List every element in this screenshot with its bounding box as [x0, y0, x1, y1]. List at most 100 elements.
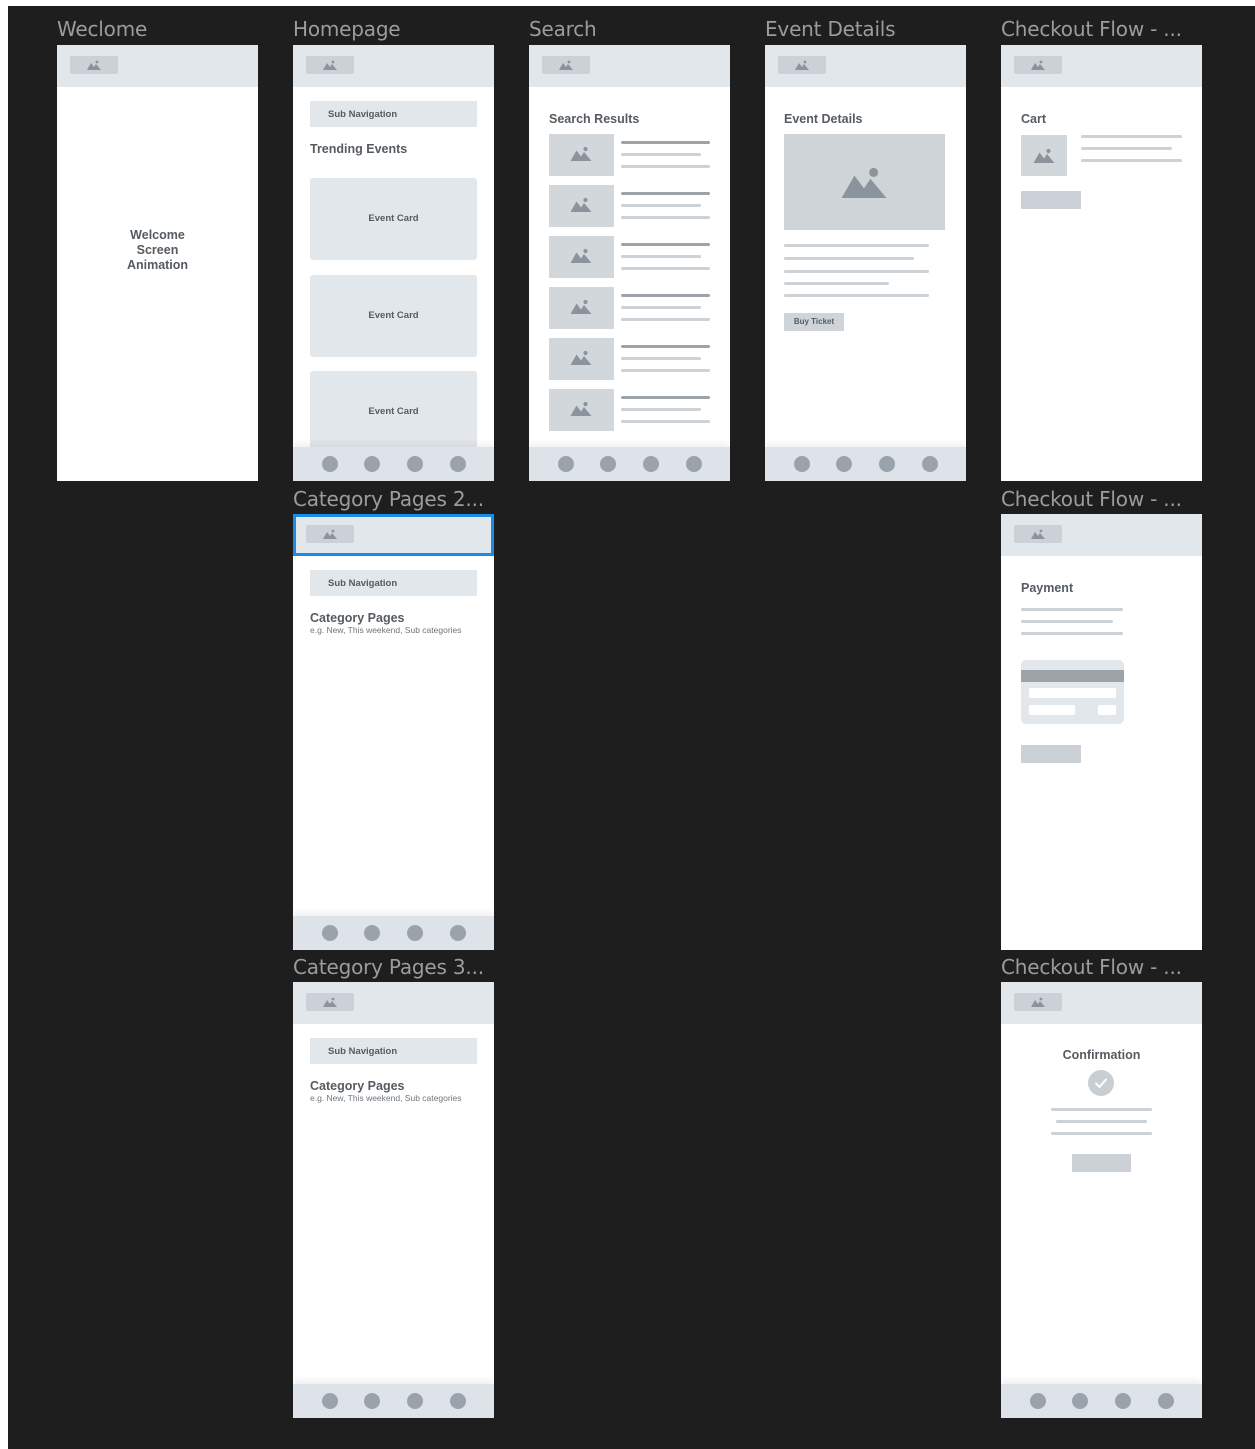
tab-4-icon[interactable] [450, 925, 466, 941]
text-line-placeholder [784, 244, 929, 247]
tab-1-icon[interactable] [322, 456, 338, 472]
bottom-tab-bar [765, 447, 966, 481]
tab-4-icon[interactable] [1158, 1393, 1174, 1409]
tab-4-icon[interactable] [450, 1393, 466, 1409]
tab-4-icon[interactable] [450, 456, 466, 472]
logo-placeholder [306, 56, 354, 74]
cart-action-button[interactable] [1021, 191, 1081, 209]
logo-placeholder [306, 525, 354, 543]
credit-card-form[interactable] [1021, 660, 1124, 724]
result-thumbnail [549, 185, 614, 227]
text-line-placeholder [1056, 1120, 1147, 1123]
trending-events-heading: Trending Events [310, 142, 408, 156]
logo-placeholder [1014, 525, 1062, 543]
sub-navigation[interactable]: Sub Navigation [310, 570, 477, 596]
frame-title-search[interactable]: Search [529, 17, 597, 41]
frame-category-2[interactable]: Sub Navigation Category Pages e.g. New, … [293, 514, 494, 950]
design-canvas[interactable]: Weclome Homepage Search Event Details Ch… [8, 6, 1255, 1449]
result-text-line [621, 357, 701, 360]
result-text-line [621, 204, 701, 207]
result-text-line [621, 153, 701, 156]
tab-3-icon[interactable] [407, 925, 423, 941]
pay-button[interactable] [1021, 745, 1081, 763]
result-thumbnail [549, 389, 614, 431]
frame-title-homepage[interactable]: Homepage [293, 17, 401, 41]
frame-checkout-confirmation[interactable]: Confirmation [1001, 982, 1202, 1418]
sub-navigation[interactable]: Sub Navigation [310, 1038, 477, 1064]
tab-2-icon[interactable] [364, 456, 380, 472]
tab-3-icon[interactable] [879, 456, 895, 472]
card-expiry-field[interactable] [1029, 705, 1075, 715]
header-bar [529, 45, 730, 87]
bottom-tab-bar [293, 916, 494, 950]
result-title-line [621, 243, 710, 246]
frame-welcome[interactable]: Welcome Screen Animation [57, 45, 258, 481]
event-details-heading: Event Details [784, 112, 863, 126]
text-line-placeholder [784, 282, 889, 285]
tab-3-icon[interactable] [643, 456, 659, 472]
tab-1-icon[interactable] [794, 456, 810, 472]
sub-navigation[interactable]: Sub Navigation [310, 101, 477, 127]
result-title-line [621, 141, 710, 144]
frame-event-details[interactable]: Event Details Buy Ticket [765, 45, 966, 481]
category-pages-subheading: e.g. New, This weekend, Sub categories [310, 625, 462, 635]
header-bar[interactable] [293, 514, 494, 556]
tab-2-icon[interactable] [364, 925, 380, 941]
tab-2-icon[interactable] [836, 456, 852, 472]
frame-checkout-cart[interactable]: Cart [1001, 45, 1202, 481]
frame-search[interactable]: Search Results [529, 45, 730, 481]
tab-2-icon[interactable] [600, 456, 616, 472]
card-cvc-field[interactable] [1098, 705, 1116, 715]
event-card[interactable]: Event Card [310, 178, 477, 260]
frame-title-category-3[interactable]: Category Pages 3... [293, 955, 484, 979]
result-thumbnail [549, 134, 614, 176]
tab-3-icon[interactable] [407, 1393, 423, 1409]
frame-title-event-details[interactable]: Event Details [765, 17, 896, 41]
tab-4-icon[interactable] [686, 456, 702, 472]
tab-1-icon[interactable] [1030, 1393, 1046, 1409]
frame-title-category-2[interactable]: Category Pages 2... [293, 487, 484, 511]
image-placeholder-icon [570, 197, 592, 212]
tab-1-icon[interactable] [322, 1393, 338, 1409]
text-line-placeholder [1081, 135, 1182, 138]
frame-title-checkout-payment[interactable]: Checkout Flow - ... [1001, 487, 1182, 511]
header-bar [57, 45, 258, 87]
tab-3-icon[interactable] [407, 456, 423, 472]
cart-item-thumbnail [1021, 135, 1067, 176]
tab-3-icon[interactable] [1115, 1393, 1131, 1409]
image-placeholder-icon [570, 299, 592, 314]
image-placeholder-icon [323, 529, 337, 539]
frame-title-checkout-cart[interactable]: Checkout Flow - ... [1001, 17, 1182, 41]
result-text-line [621, 216, 710, 219]
result-text-line [621, 165, 710, 168]
bottom-tab-bar [293, 447, 494, 481]
result-thumbnail [549, 338, 614, 380]
frame-homepage[interactable]: Sub Navigation Trending Events Event Car… [293, 45, 494, 481]
frame-category-3[interactable]: Sub Navigation Category Pages e.g. New, … [293, 982, 494, 1418]
tab-2-icon[interactable] [1072, 1393, 1088, 1409]
tab-2-icon[interactable] [364, 1393, 380, 1409]
text-line-placeholder [1081, 159, 1182, 162]
cart-heading: Cart [1021, 112, 1047, 126]
image-placeholder-icon [570, 146, 592, 161]
card-number-field[interactable] [1029, 688, 1116, 698]
tab-1-icon[interactable] [322, 925, 338, 941]
payment-heading: Payment [1021, 581, 1074, 595]
event-card[interactable]: Event Card [310, 371, 477, 453]
buy-ticket-button[interactable]: Buy Ticket [784, 313, 844, 331]
tab-4-icon[interactable] [922, 456, 938, 472]
result-text-line [621, 255, 701, 258]
search-results-heading: Search Results [549, 112, 640, 126]
result-text-line [621, 369, 710, 372]
event-card[interactable]: Event Card [310, 275, 477, 357]
result-text-line [621, 306, 701, 309]
frame-title-checkout-confirmation[interactable]: Checkout Flow - ... [1001, 955, 1182, 979]
result-title-line [621, 294, 710, 297]
text-line-placeholder [784, 294, 929, 297]
confirmation-done-button[interactable] [1072, 1154, 1131, 1172]
frame-checkout-payment[interactable]: Payment [1001, 514, 1202, 950]
frame-title-welcome[interactable]: Weclome [57, 17, 147, 41]
text-line-placeholder [784, 270, 929, 273]
tab-1-icon[interactable] [558, 456, 574, 472]
image-placeholder-icon [570, 350, 592, 365]
